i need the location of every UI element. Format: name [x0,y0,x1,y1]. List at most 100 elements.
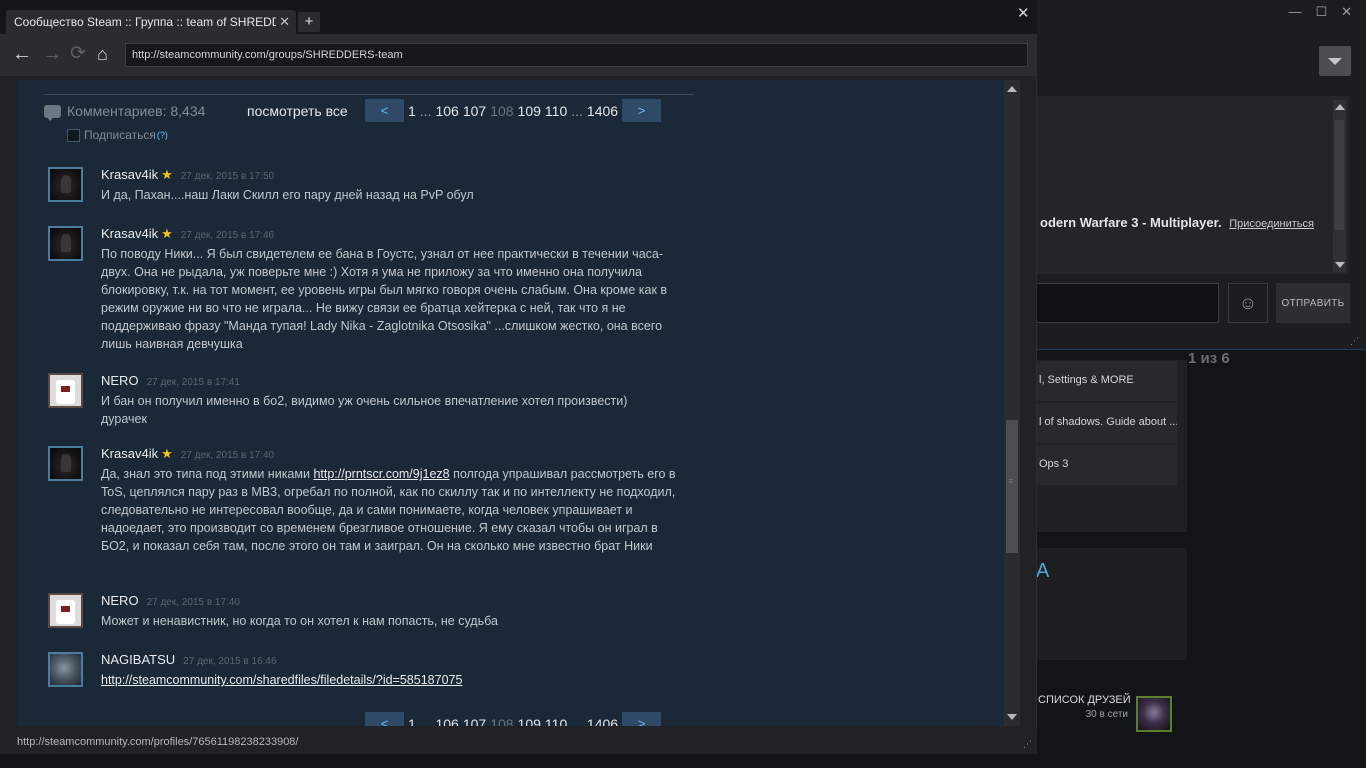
comment-date: 27 дек, 2015 в 17:46 [180,230,275,241]
scroll-down-icon[interactable] [1335,262,1345,268]
comment-count: Комментариев: 8,434 [44,103,206,121]
comment-text: По поводу Ники... Я был свидетелем ее ба… [101,247,668,351]
scroll-up-icon[interactable] [1335,104,1345,110]
friends-label: СПИСОК ДРУЗЕЙ [1038,694,1131,706]
page-link[interactable]: 107 [463,716,486,727]
navigation-bar: ← → ⟳ ⌂ http://steamcommunity.com/groups… [0,34,1037,76]
resize-grip-icon[interactable]: ⋰ [1350,336,1359,347]
status-bar: http://steamcommunity.com/profiles/76561… [0,730,1037,754]
page-indicator: 1 из 6 [1188,350,1230,367]
scroll-thumb[interactable] [1006,420,1018,553]
user-avatar[interactable] [1136,696,1172,732]
comment-date: 27 дек, 2015 в 17:50 [180,171,275,182]
page-link[interactable]: 107 [463,103,486,119]
page-ellipsis: ... [419,102,432,119]
chat-input[interactable] [1035,283,1219,323]
comment-count-label: Комментариев: 8,434 [67,103,206,119]
commenter-avatar[interactable] [48,652,83,687]
guide-list-item[interactable]: l of shadows. Guide about ... [1035,403,1177,443]
star-icon: ★ [161,446,173,461]
resize-grip-icon[interactable]: ⋰ [1023,739,1032,750]
comment-text: Может и ненавистник, но когда то он хоте… [101,614,498,628]
comment-bubble-icon [44,104,61,121]
commenter-avatar[interactable] [48,593,83,628]
emoticon-icon[interactable]: ☺ [1228,283,1268,323]
page-link[interactable]: 109 [518,716,541,727]
forward-arrow-icon[interactable]: → [42,44,62,64]
browser-window: Сообщество Steam :: Группа :: team of SH… [0,0,1037,754]
page-link[interactable]: 110 [545,716,567,727]
send-button[interactable]: ОТПРАВИТЬ [1276,283,1350,323]
tab-steam-group[interactable]: Сообщество Steam :: Группа :: team of SH… [6,10,296,34]
window-close-icon[interactable]: ✕ [1017,4,1030,22]
chat-log [1035,96,1349,274]
commenter-avatar[interactable] [48,167,83,202]
subscribe-checkbox[interactable] [67,128,80,142]
tab-close-icon[interactable]: ✕ [279,14,290,30]
comment-text: И да, Пахан....наш Лаки Скилл его пару д… [101,188,474,202]
maximize-icon[interactable]: ☐ [1315,4,1327,20]
reload-icon[interactable]: ⟳ [70,44,86,64]
friends-list-button[interactable]: СПИСОК ДРУЗЕЙ 30 в сети [1038,694,1131,720]
pagination-bottom: < 1 ... 106 107 108 109 110 ... 1406 > [365,712,662,727]
comment-date: 27 дек, 2015 в 17:40 [146,597,240,608]
chat-game-status: odern Warfare 3 - Multiplayer. Присоедин… [1040,215,1314,230]
page-scrollbar[interactable] [1004,80,1020,726]
star-icon: ★ [161,226,173,241]
page-link[interactable]: 1406 [587,716,618,727]
comment-link[interactable]: http://steamcommunity.com/sharedfiles/fi… [101,673,462,687]
page-ellipsis: ... [571,102,583,119]
chat-dropdown-button[interactable] [1319,46,1351,76]
pagination-top: < 1 ... 106 107 108 109 110 ... 1406 > [365,99,662,122]
prev-page-button[interactable]: < [365,712,404,726]
chat-scrollbar[interactable] [1333,100,1346,272]
url-bar[interactable]: http://steamcommunity.com/groups/SHREDDE… [125,43,1028,67]
scroll-up-icon[interactable] [1007,86,1017,92]
page-link[interactable]: 106 [435,716,458,727]
comment-date: 27 дек, 2015 в 17:40 [180,450,275,461]
comment-author[interactable]: Krasav4ik [101,226,158,241]
chat-game-name: odern Warfare 3 - Multiplayer. [1040,215,1222,230]
back-arrow-icon[interactable]: ← [12,44,32,64]
comment-author[interactable]: NERO [101,593,139,608]
guide-list-item[interactable]: l, Settings & MORE [1035,361,1177,401]
next-page-button[interactable]: > [622,712,662,726]
comment-author[interactable]: NERO [101,373,139,388]
page-link[interactable]: 106 [435,103,458,119]
comment-text-part: Да, знал это типа под этими никами [101,467,314,481]
next-page-button[interactable]: > [622,99,662,122]
page-link[interactable]: 110 [545,103,567,119]
panel-box [1035,548,1187,660]
page-link[interactable]: 1406 [587,103,618,119]
page-link[interactable]: 1 [408,103,416,119]
scroll-down-icon[interactable] [1007,714,1017,720]
page-content: Комментариев: 8,434 посмотреть все < 1 .… [17,80,1004,726]
commenter-avatar[interactable] [48,226,83,261]
join-link[interactable]: Присоединиться [1229,218,1314,230]
home-icon[interactable]: ⌂ [97,44,108,64]
comment-link[interactable]: http://prntscr.com/9j1ez8 [313,467,449,481]
prev-page-button[interactable]: < [365,99,404,122]
help-icon[interactable]: (?) [157,130,168,140]
page-ellipsis: ... [419,715,432,727]
subscribe-toggle[interactable]: Подписаться (?) [67,128,168,142]
view-all-link[interactable]: посмотреть все [247,103,348,119]
partial-heading: A [1036,560,1050,582]
commenter-avatar[interactable] [48,446,83,481]
comment-author[interactable]: Krasav4ik [101,446,158,461]
scroll-thumb[interactable] [1335,120,1344,230]
comment-author[interactable]: NAGIBATSU [101,652,175,667]
comment-text: http://steamcommunity.com/sharedfiles/fi… [101,671,676,689]
close-icon[interactable]: ✕ [1341,4,1352,20]
page-ellipsis: ... [571,715,583,727]
minimize-icon[interactable]: — [1288,4,1301,20]
page-link[interactable]: 109 [518,103,541,119]
tab-title: Сообщество Steam :: Группа :: team of SH… [14,15,276,29]
comment-author[interactable]: Krasav4ik [101,167,158,182]
new-tab-button[interactable]: + [298,12,320,32]
commenter-avatar[interactable] [48,373,83,408]
subscribe-label: Подписаться [84,128,156,142]
page-link[interactable]: 1 [408,716,416,727]
comments-header: Комментариев: 8,434 посмотреть все [44,94,694,121]
guide-list-item[interactable]: Ops 3 [1035,445,1177,485]
